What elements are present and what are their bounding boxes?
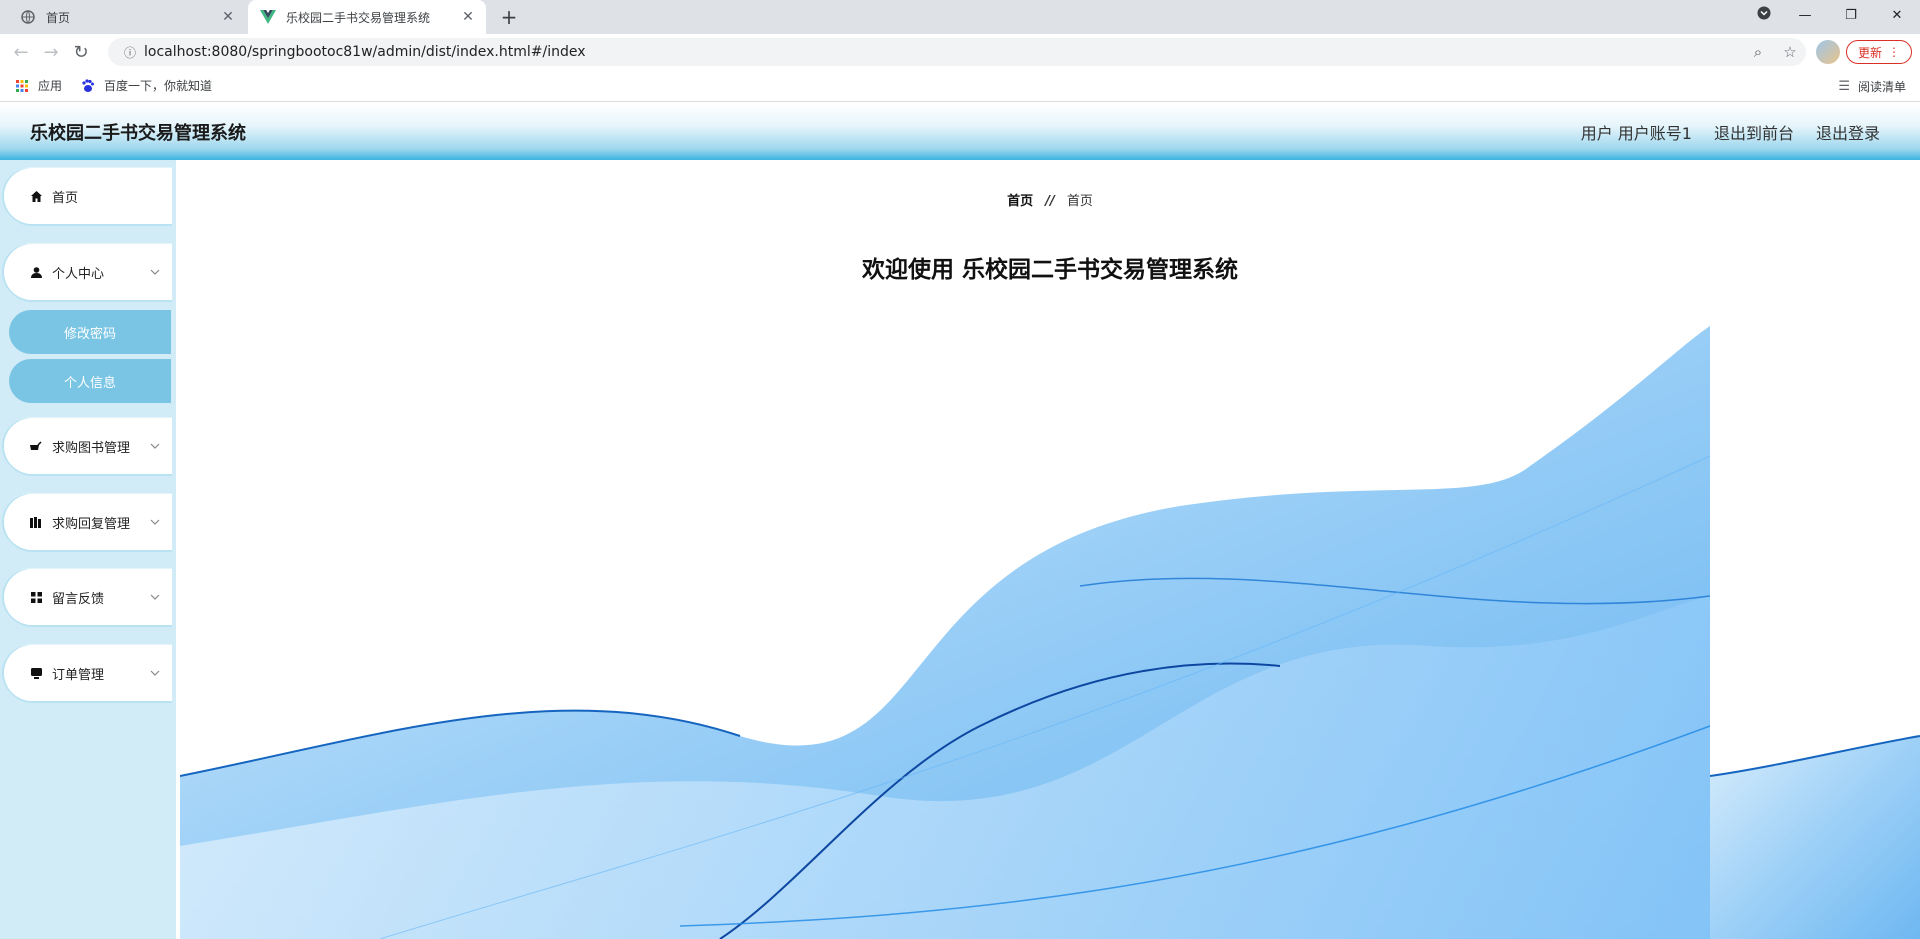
minimize-icon[interactable]: —	[1782, 8, 1828, 23]
apps-grid-icon	[14, 78, 30, 94]
exit-to-front-link[interactable]: 退出到前台	[1714, 120, 1794, 144]
app-header: 乐校园二手书交易管理系统 用户 用户账号1 退出到前台 退出登录	[0, 103, 1920, 160]
forward-arrow-icon[interactable]: →	[36, 37, 66, 67]
close-icon[interactable]: ✕	[216, 9, 240, 25]
close-icon[interactable]: ✕	[456, 9, 480, 25]
reading-list-icon: ☰	[1838, 78, 1850, 94]
baidu-paw-icon	[80, 78, 96, 94]
window-close-icon[interactable]: ✕	[1874, 8, 1920, 23]
browser-toolbar: ← → ↻ ⓘ localhost:8080/springbootoc81w/a…	[0, 34, 1920, 70]
reading-list-label: 阅读清单	[1857, 79, 1906, 94]
chevron-down-icon	[150, 517, 162, 528]
update-label: 更新	[1857, 45, 1882, 60]
wave-image-right-panel	[1709, 735, 1920, 939]
new-tab-plus-icon[interactable]: +	[496, 4, 522, 30]
welcome-title: 欢迎使用 乐校园二手书交易管理系统	[861, 257, 1238, 283]
chevron-down-icon	[150, 668, 162, 679]
books-icon	[30, 516, 42, 528]
sidebar-item-label: 订单管理	[52, 667, 105, 683]
sidebar-item-request-reply[interactable]: 求购回复管理	[4, 494, 172, 550]
back-arrow-icon[interactable]: ←	[6, 37, 36, 67]
profile-avatar[interactable]	[1816, 40, 1840, 64]
reading-list[interactable]: ☰ 阅读清单	[1838, 70, 1906, 102]
browser-tab-active[interactable]: 乐校园二手书交易管理系统 ✕	[248, 0, 486, 34]
bookmark-star-icon[interactable]: ☆	[1774, 43, 1806, 61]
user-account-label: 用户 用户账号1	[1580, 124, 1692, 143]
sidebar-item-label: 求购图书管理	[52, 440, 131, 456]
logout-link[interactable]: 退出登录	[1816, 120, 1880, 144]
chevron-down-icon	[150, 441, 162, 452]
restore-icon[interactable]: ❐	[1828, 8, 1874, 23]
more-menu-icon: ⋮	[1888, 45, 1900, 59]
bookmark-label: 百度一下，你就知道	[104, 79, 213, 93]
address-bar[interactable]: ⓘ localhost:8080/springbootoc81w/admin/d…	[108, 38, 1806, 66]
sidebar-subitem-change-password[interactable]: 修改密码	[9, 310, 171, 354]
chevron-down-icon	[150, 592, 162, 603]
sidebar-item-label: 个人中心	[52, 266, 105, 282]
wave-image-left-panel	[180, 326, 1711, 939]
user-icon	[30, 266, 42, 278]
bookmark-apps[interactable]: 应用	[14, 77, 62, 94]
browser-tab-home[interactable]: 首页 ✕	[8, 0, 246, 34]
monitor-icon	[30, 667, 42, 679]
header-actions: 用户 用户账号1 退出到前台 退出登录	[1559, 120, 1880, 144]
sidebar: 首页 个人中心 修改密码 个人信息 求购图书管理 求购回复管理 留言反馈 订单管…	[0, 160, 176, 939]
browser-tab-title: 乐校园二手书交易管理系统	[286, 10, 431, 25]
tab-search-icon[interactable]	[1746, 6, 1782, 24]
sidebar-subitem-label: 个人信息	[63, 375, 116, 391]
sidebar-item-orders[interactable]: 订单管理	[4, 645, 172, 701]
vue-logo-icon	[260, 9, 276, 25]
url-text[interactable]: localhost:8080/springbootoc81w/admin/dis…	[144, 44, 1742, 60]
breadcrumb-item-home[interactable]: 首页	[1007, 194, 1033, 209]
breadcrumb-separator: //	[1045, 194, 1055, 209]
breadcrumb-item-current: 首页	[1066, 194, 1093, 209]
sidebar-item-label: 留言反馈	[52, 591, 105, 607]
main-content: 首页 // 首页 欢迎使用 乐校园二手书交易管理系统	[180, 160, 1920, 939]
zoom-icon[interactable]: ⌕	[1742, 43, 1774, 61]
sidebar-item-label: 首页	[52, 190, 79, 206]
sidebar-item-feedback[interactable]: 留言反馈	[4, 569, 172, 625]
site-info-icon[interactable]: ⓘ	[116, 44, 144, 61]
bookmarks-bar: 应用 百度一下，你就知道 ☰ 阅读清单	[0, 70, 1920, 102]
bookmark-label: 应用	[38, 79, 63, 93]
cart-icon	[30, 440, 42, 452]
chevron-down-icon	[150, 267, 162, 278]
window-controls: — ❐ ✕	[1746, 0, 1920, 30]
sidebar-item-personal-center[interactable]: 个人中心	[4, 244, 172, 300]
reload-icon[interactable]: ↻	[66, 37, 96, 67]
sidebar-item-home[interactable]: 首页	[4, 168, 172, 224]
sidebar-subitem-label: 修改密码	[63, 326, 116, 342]
sidebar-item-label: 求购回复管理	[52, 516, 131, 532]
globe-icon	[20, 9, 36, 25]
update-button[interactable]: 更新 ⋮	[1846, 40, 1912, 64]
wave-background-image	[180, 326, 1920, 939]
breadcrumb: 首页 // 首页	[180, 190, 1920, 209]
app-title: 乐校园二手书交易管理系统	[30, 123, 246, 144]
sidebar-item-book-request[interactable]: 求购图书管理	[4, 418, 172, 474]
grid-icon	[30, 591, 42, 603]
browser-tabstrip: 首页 ✕ 乐校园二手书交易管理系统 ✕ + — ❐ ✕	[0, 0, 1920, 34]
bookmark-baidu[interactable]: 百度一下，你就知道	[80, 77, 212, 94]
sidebar-subitem-personal-info[interactable]: 个人信息	[9, 359, 171, 403]
browser-tab-title: 首页	[46, 10, 71, 25]
home-icon	[30, 190, 42, 202]
